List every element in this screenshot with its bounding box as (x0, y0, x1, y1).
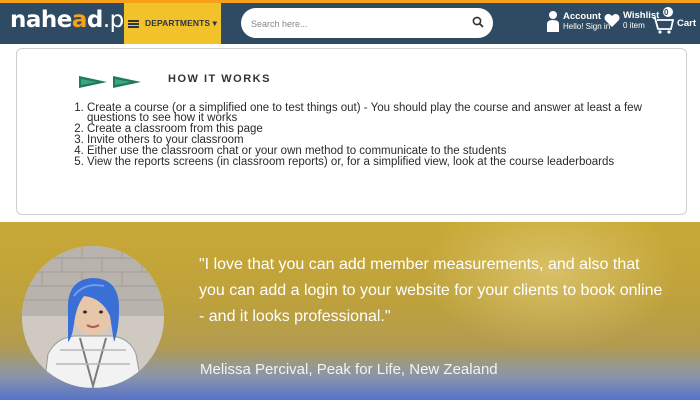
logo-text-prefix: nahe (10, 7, 72, 33)
testimonial-author: Melissa Percival, Peak for Life, New Zea… (200, 361, 498, 378)
step-item: Create a classroom from this page (87, 123, 686, 135)
search-input[interactable] (249, 8, 463, 40)
testimonial-section: "I love that you can add member measurem… (0, 222, 700, 400)
person-photo (22, 246, 164, 388)
departments-label: DEPARTMENTS ▾ (145, 18, 217, 28)
logo-text-suffix: d (86, 7, 103, 33)
menu-icon (128, 19, 139, 28)
search-bar (241, 8, 493, 40)
cart-count-badge: 0 (664, 8, 669, 17)
testimonial-quote: "I love that you can add member measurem… (199, 256, 663, 325)
step-item: Create a course (or a simplified one to … (87, 102, 686, 124)
departments-button[interactable]: DEPARTMENTS ▾ (124, 3, 221, 44)
double-arrow-icon (79, 76, 141, 88)
step-item: Either use the classroom chat or your ow… (87, 145, 686, 157)
header-accent-bar (0, 0, 700, 3)
account-link[interactable]: Account Hello! Sign in (547, 10, 610, 32)
how-it-works-title: HOW IT WORKS (168, 73, 271, 85)
testimonial-avatar (22, 246, 164, 388)
step-item: Invite others to your classroom (87, 134, 686, 146)
step-item: View the reports screens (in classroom r… (87, 156, 686, 168)
site-header: nahead.pk DEPARTMENTS ▾ Account Hello! S… (0, 0, 700, 44)
user-icon (547, 11, 559, 32)
how-it-works-steps: Create a course (or a simplified one to … (67, 102, 686, 168)
site-logo[interactable]: nahead.pk (10, 7, 137, 33)
search-icon[interactable] (472, 16, 484, 28)
cart-link[interactable]: 0 Cart (652, 6, 696, 34)
how-it-works-card: HOW IT WORKS Create a course (or a simpl… (16, 48, 687, 215)
cart-icon (653, 7, 674, 34)
cart-title: Cart (677, 17, 697, 29)
logo-text-mark: a (71, 7, 88, 33)
heart-icon (604, 14, 620, 27)
